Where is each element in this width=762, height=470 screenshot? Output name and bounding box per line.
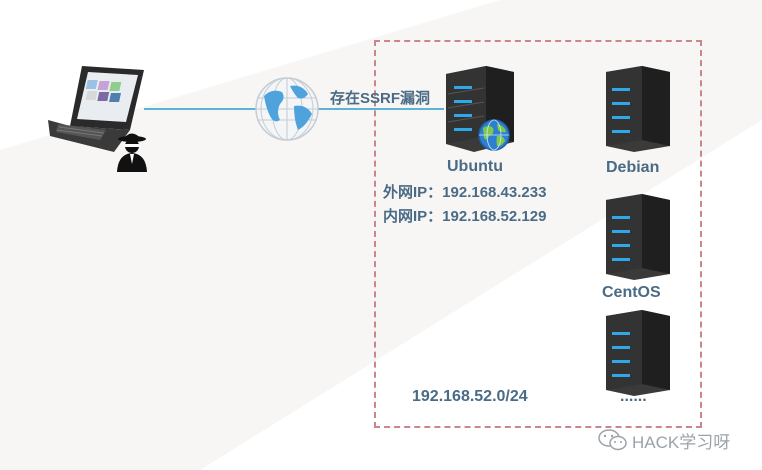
link-attacker-internet bbox=[144, 108, 256, 110]
ubuntu-label: Ubuntu bbox=[447, 158, 503, 175]
link-internet-ubuntu bbox=[316, 108, 444, 110]
ubuntu-external-ip: 外网IP：192.168.43.233 bbox=[383, 184, 547, 201]
ubuntu-internal-ip: 内网IP：192.168.52.129 bbox=[383, 208, 547, 225]
centos-server-icon bbox=[606, 194, 670, 280]
ssrf-edge-label: 存在SSRF漏洞 bbox=[330, 90, 431, 107]
internet-globe-icon bbox=[255, 77, 319, 141]
more-servers-label: ...... bbox=[620, 388, 647, 405]
debian-label: Debian bbox=[606, 159, 660, 176]
centos-label: CentOS bbox=[602, 284, 661, 301]
hacker-icon bbox=[117, 133, 147, 172]
more-servers-icon bbox=[606, 310, 670, 396]
wechat-icon bbox=[598, 429, 627, 451]
debian-server-icon bbox=[606, 66, 670, 152]
watermark-text: HACK学习呀 bbox=[632, 433, 731, 452]
subnet-label: 192.168.52.0/24 bbox=[412, 388, 528, 405]
ubuntu-globe-icon bbox=[478, 119, 510, 151]
